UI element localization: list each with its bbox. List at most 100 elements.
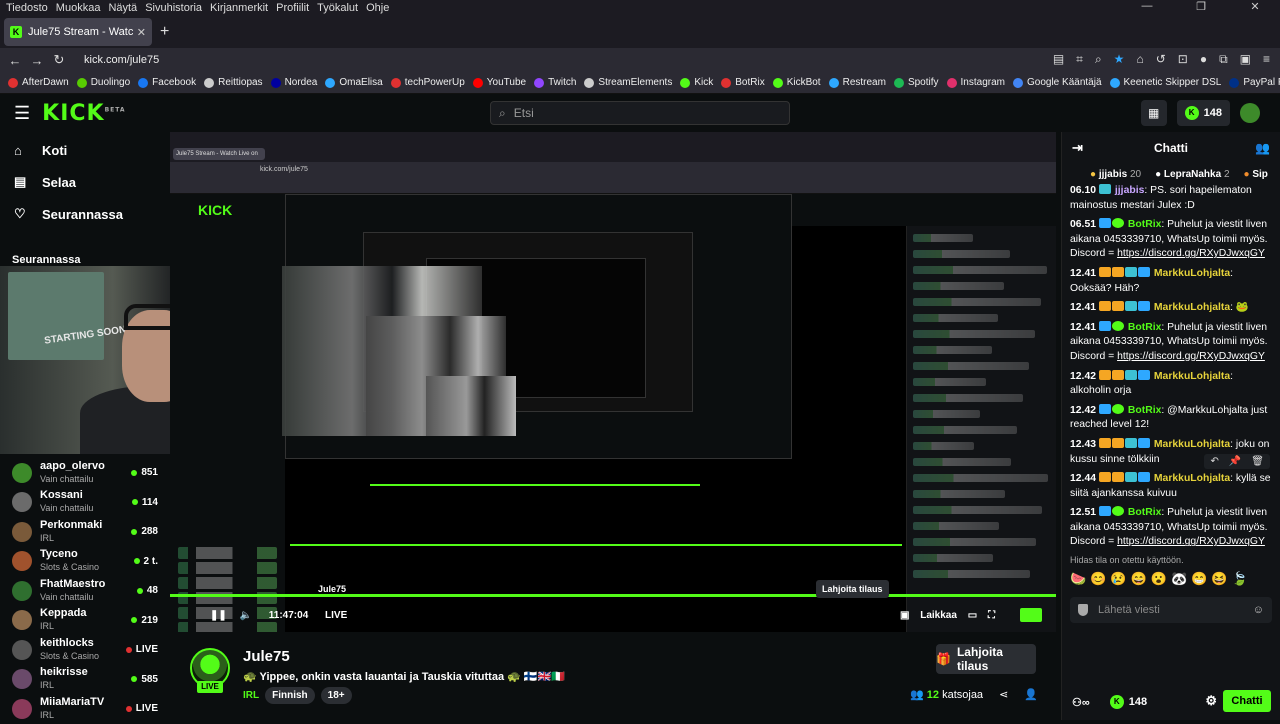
bookmark-item[interactable]: Twitch xyxy=(534,77,576,88)
search-input[interactable]: ⌕ Etsi xyxy=(490,101,790,125)
forward-icon[interactable]: → xyxy=(26,53,48,68)
following-item[interactable]: heikrisse IRL 585 xyxy=(0,665,170,695)
player-progress-bar[interactable] xyxy=(170,594,1056,597)
address-bar[interactable]: kick.com/jule75 xyxy=(84,54,159,66)
chat-message[interactable]: 12.41 BotRix: Puhelut ja viestit liven a… xyxy=(1070,320,1272,365)
hamburger-menu-icon[interactable]: ☰ xyxy=(14,103,30,124)
theater-icon[interactable]: ▭ xyxy=(968,610,977,621)
send-chat-button[interactable]: Chatti xyxy=(1223,690,1271,712)
chat-message[interactable]: 12.42 MarkkuLohjalta: alkoholin orja xyxy=(1070,369,1272,399)
chat-username[interactable]: MarkkuLohjalta xyxy=(1154,439,1230,450)
bookmark-item[interactable]: Restream xyxy=(828,77,886,88)
menu-item[interactable]: Näytä xyxy=(108,2,137,14)
following-item[interactable]: Tyceno Slots & Casino 2 t. xyxy=(0,547,170,577)
emoji-picker-icon[interactable]: ☺ xyxy=(1253,604,1264,616)
emote-icon[interactable]: 😢 xyxy=(1110,571,1126,587)
gift-subscription-button[interactable]: 🎁 Lahjoita tilaus xyxy=(936,644,1036,674)
chat-message[interactable]: 06.10 jjjabis: PS. sori hapeilematon mai… xyxy=(1070,184,1272,213)
following-item[interactable]: keithlocks Slots & Casino LIVE xyxy=(0,635,170,665)
bookmark-item[interactable]: Kick xyxy=(680,77,713,88)
chat-users-icon[interactable]: 👥 xyxy=(1255,141,1270,155)
chat-message[interactable]: 12.51 BotRix: Puhelut ja viestit liven a… xyxy=(1070,506,1272,550)
new-tab-icon[interactable]: + xyxy=(160,23,169,41)
share-icon[interactable]: ⋖ xyxy=(999,688,1008,701)
reload-icon[interactable]: ↻ xyxy=(48,52,70,68)
bookmark-item[interactable]: PayPal FI xyxy=(1229,77,1280,88)
chat-username[interactable]: MarkkuLohjalta xyxy=(1154,268,1230,279)
menu-item[interactable]: Profiilit xyxy=(276,2,309,14)
settings-gear-button[interactable] xyxy=(1020,608,1042,622)
emote-icon[interactable]: 😄 xyxy=(1131,571,1147,587)
chat-username[interactable]: BotRix xyxy=(1128,507,1161,518)
home-browser-icon[interactable]: ⌂ xyxy=(1136,52,1143,67)
chat-username[interactable]: MarkkuLohjalta xyxy=(1154,302,1230,313)
points-icon[interactable]: ⚇∞ xyxy=(1072,696,1090,709)
follow-user-icon[interactable]: 👤 xyxy=(1024,688,1038,701)
close-window-icon[interactable]: ✕ xyxy=(1232,0,1278,13)
sidebar-nav-koti[interactable]: ⌂ Koti xyxy=(0,134,170,166)
emote-icon[interactable]: 😊 xyxy=(1090,571,1106,587)
bookmark-item[interactable]: Keenetic Skipper DSL xyxy=(1109,77,1221,88)
video-player[interactable]: Jule75 Stream - Watch Live on kick.com/j… xyxy=(170,132,1056,632)
menu-item[interactable]: Muokkaa xyxy=(56,2,101,14)
bookmark-item[interactable]: KickBot xyxy=(772,77,821,88)
following-item[interactable]: FhatMaestro Vain chattailu 48 xyxy=(0,576,170,606)
emote-icon[interactable]: 😁 xyxy=(1191,571,1207,587)
volume-icon[interactable]: 🔈 xyxy=(240,610,252,621)
back-icon[interactable]: ← xyxy=(4,53,26,68)
chat-username[interactable]: MarkkuLohjalta xyxy=(1154,371,1230,382)
menu-item[interactable]: Työkalut xyxy=(317,2,358,14)
bookmark-item[interactable]: StreamElements xyxy=(584,77,672,88)
following-item[interactable]: MiiaMariaTV IRL LIVE xyxy=(0,694,170,724)
menu-item[interactable]: Ohje xyxy=(366,2,389,14)
search-page-icon[interactable]: ⌕ xyxy=(1095,52,1102,67)
sidebar-nav-selaa[interactable]: ▤ Selaa xyxy=(0,166,170,198)
bookmark-item[interactable]: Google Kääntäjä xyxy=(1013,77,1102,88)
top-gifter[interactable]: ● Sip xyxy=(1244,169,1268,180)
category-link[interactable]: IRL xyxy=(243,690,259,701)
chat-message[interactable]: 06.51 BotRix: Puhelut ja viestit liven a… xyxy=(1070,218,1272,262)
tag-finnish[interactable]: Finnish xyxy=(265,687,315,704)
bookmark-item[interactable]: techPowerUp xyxy=(390,77,465,88)
bookmark-item[interactable]: Nordea xyxy=(270,77,317,88)
top-gifter[interactable]: ● LepraNahka 2 xyxy=(1155,169,1229,180)
following-item[interactable]: aapo_olervo Vain chattailu 851 xyxy=(0,458,170,488)
chat-message[interactable]: 12.41 MarkkuLohjalta: 🐸 xyxy=(1070,301,1272,316)
following-item[interactable]: Perkonmaki IRL 288 xyxy=(0,517,170,547)
tag-18plus[interactable]: 18+ xyxy=(320,687,352,704)
addon-icon[interactable]: ▣ xyxy=(1240,52,1251,67)
restore-icon[interactable]: ❐ xyxy=(1178,0,1224,13)
channel-name[interactable]: Jule75 xyxy=(243,648,290,665)
menu-item[interactable]: Tiedosto xyxy=(6,2,48,14)
collapse-chat-icon[interactable]: ⇥ xyxy=(1072,140,1083,156)
top-gifter[interactable]: ● jjjabis 20 xyxy=(1090,169,1141,180)
extensions-icon[interactable]: ⧉ xyxy=(1219,52,1228,67)
minimize-icon[interactable]: — xyxy=(1124,0,1170,13)
bookmark-item[interactable]: AfterDawn xyxy=(8,77,69,88)
chat-username[interactable]: BotRix xyxy=(1128,219,1161,230)
chat-message[interactable]: 12.42 BotRix: @MarkkuLohjalta just reach… xyxy=(1070,403,1272,433)
menu-item[interactable]: Kirjanmerkit xyxy=(210,2,268,14)
translate-icon[interactable]: ⌗ xyxy=(1076,52,1083,67)
clip-icon[interactable]: ▣ xyxy=(900,610,909,621)
history-icon[interactable]: ↺ xyxy=(1156,52,1166,67)
delete-icon[interactable]: 🗑 xyxy=(1251,456,1264,467)
dashboard-button[interactable]: ▦ xyxy=(1140,100,1167,126)
emote-icon[interactable]: 🐼 xyxy=(1171,571,1187,587)
bookmark-item[interactable]: OmaElisa xyxy=(325,77,383,88)
message-link[interactable]: https://discord.gg/RXyDJwxqGY xyxy=(1117,536,1265,547)
chat-message[interactable]: 12.41 MarkkuLohjalta: Ooksää? Häh? xyxy=(1070,266,1272,296)
emote-icon[interactable]: 🍃 xyxy=(1232,571,1248,587)
chat-username[interactable]: MarkkuLohjalta xyxy=(1154,473,1230,484)
chat-username[interactable]: BotRix xyxy=(1128,405,1161,416)
bookmark-item[interactable]: Facebook xyxy=(138,77,196,88)
pin-icon[interactable]: 📌 xyxy=(1229,456,1241,467)
emote-icon[interactable]: 😆 xyxy=(1211,571,1227,587)
emote-icon[interactable]: 😮 xyxy=(1151,571,1167,587)
chat-username[interactable]: BotRix xyxy=(1128,322,1161,333)
profile-icon[interactable]: ● xyxy=(1200,52,1207,67)
user-avatar[interactable] xyxy=(1240,103,1260,123)
bookmark-item[interactable]: Spotify xyxy=(893,77,939,88)
chat-message[interactable]: 12.44 MarkkuLohjalta: kyllä se siitä aja… xyxy=(1070,472,1272,501)
chat-username[interactable]: jjjabis xyxy=(1115,185,1144,196)
